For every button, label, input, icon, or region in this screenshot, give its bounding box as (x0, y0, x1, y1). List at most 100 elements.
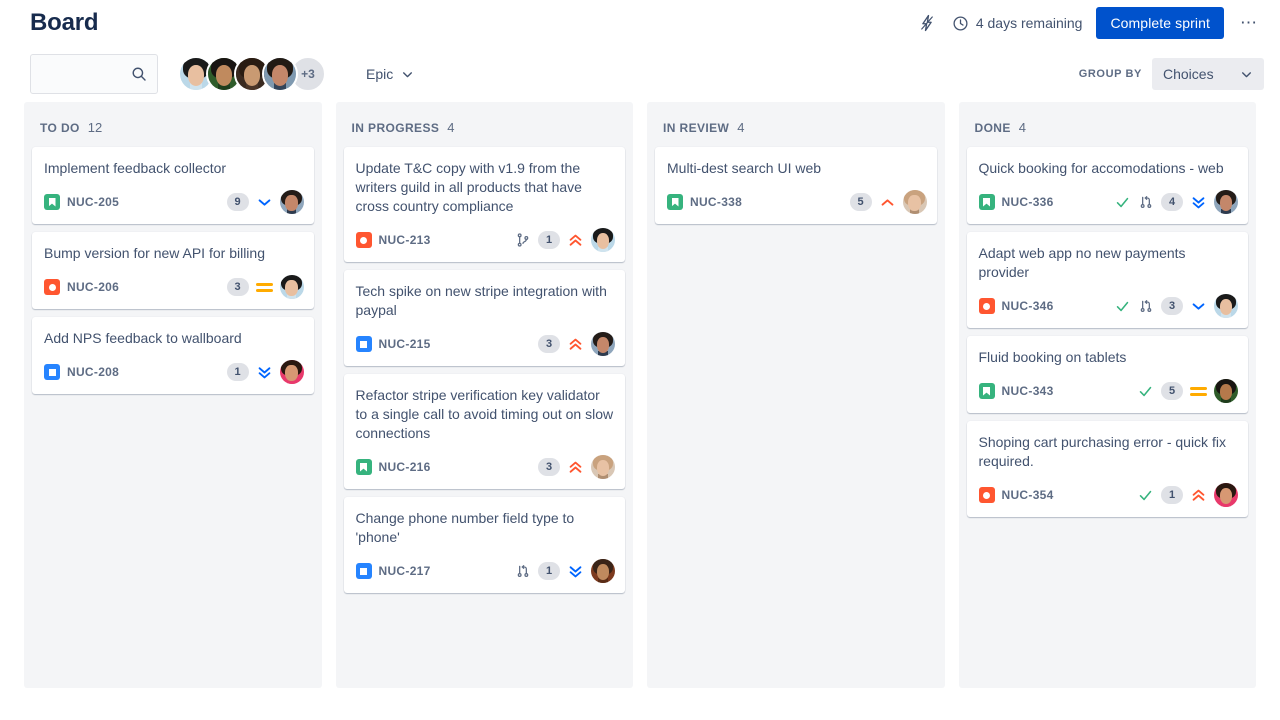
column-count: 4 (447, 120, 455, 135)
card-key-text: NUC-346 (1001, 299, 1054, 313)
avatar-face (279, 190, 304, 214)
card-key-text: NUC-343 (1001, 384, 1054, 398)
avatar-group[interactable]: +3 (178, 56, 326, 92)
card-assignee-avatar[interactable] (1214, 294, 1238, 318)
column-count: 4 (1018, 120, 1027, 135)
card-assignee-avatar[interactable] (1214, 379, 1238, 403)
done-check-icon (1137, 383, 1154, 400)
priority-medium-icon (255, 282, 273, 292)
board-card[interactable]: Adapt web app no new payments provider NU… (966, 232, 1248, 328)
more-actions-icon[interactable]: ⋯ (1234, 8, 1264, 38)
column-name: TO DO (40, 121, 80, 135)
card-key[interactable]: NUC-205 (44, 194, 119, 210)
avatar-face (1214, 379, 1238, 403)
card-title: Quick booking for accomodations - web (978, 160, 1224, 176)
lightning-icon[interactable] (912, 8, 942, 38)
column-count: 4 (737, 120, 745, 135)
card-assignee-avatar[interactable] (591, 228, 615, 252)
card-key[interactable]: NUC-206 (44, 279, 119, 295)
kanban-board: TO DO 12 Implement feedback collector NUC-2… (0, 102, 1280, 688)
board-card[interactable]: Change phone number field type to 'phone… (343, 497, 625, 593)
avatar-face (902, 190, 927, 214)
column-count: 12 (87, 120, 103, 135)
task-icon (355, 563, 372, 579)
card-assignee-avatar[interactable] (279, 275, 304, 299)
board-card[interactable]: Refactor stripe verification key validat… (343, 374, 625, 489)
pull-request-icon[interactable] (1138, 194, 1154, 210)
card-assignee-avatar[interactable] (1214, 190, 1238, 214)
priority-lowest-icon (1190, 194, 1207, 211)
story-points-badge: 9 (226, 193, 249, 211)
card-assignee-avatar[interactable] (279, 360, 304, 384)
board-card[interactable]: Add NPS feedback to wallboard NUC-208 1 (32, 317, 314, 394)
search-box[interactable] (30, 54, 158, 94)
chevron-down-icon (1240, 68, 1253, 81)
card-key[interactable]: NUC-346 (978, 298, 1054, 314)
card-key[interactable]: NUC-215 (355, 336, 431, 352)
search-input[interactable] (41, 66, 131, 82)
board-card[interactable]: Quick booking for accomodations - web NUC… (966, 147, 1248, 224)
avatar-face (591, 228, 615, 252)
priority-highest-icon (567, 459, 584, 476)
card-assignee-avatar[interactable] (591, 332, 615, 356)
card-key[interactable]: NUC-216 (355, 459, 431, 475)
story-icon (978, 194, 995, 210)
card-key[interactable]: NUC-208 (44, 364, 119, 380)
card-meta: 1 (515, 228, 615, 252)
board-column-done: DONE 4 Quick booking for accomodations - w… (958, 102, 1256, 688)
board-card[interactable]: Update T&C copy with v1.9 from the write… (343, 147, 625, 262)
board-card[interactable]: Implement feedback collector NUC-205 9 (32, 147, 314, 224)
card-key[interactable]: NUC-336 (978, 194, 1054, 210)
pull-request-icon[interactable] (515, 563, 531, 579)
card-assignee-avatar[interactable] (591, 559, 615, 583)
priority-highest-icon (1190, 487, 1207, 504)
column-header: IN REVIEW 4 (655, 102, 937, 147)
pull-request-icon[interactable] (1138, 298, 1154, 314)
card-key[interactable]: NUC-354 (978, 487, 1054, 503)
avatar[interactable] (262, 56, 298, 92)
card-assignee-avatar[interactable] (902, 190, 927, 214)
group-by-dropdown[interactable]: Choices (1152, 58, 1264, 90)
search-icon (130, 65, 148, 88)
group-by-label: GROUP BY (1078, 68, 1142, 80)
card-assignee-avatar[interactable] (279, 190, 304, 214)
epic-filter-dropdown[interactable]: Epic (356, 59, 424, 89)
card-key[interactable]: NUC-338 (667, 194, 742, 210)
board-card[interactable]: Bump version for new API for billing NUC-… (32, 232, 314, 309)
priority-high-icon (879, 194, 896, 211)
epic-filter-label: Epic (366, 66, 394, 82)
board-card[interactable]: Tech spike on new stripe integration wit… (343, 270, 625, 366)
card-key[interactable]: NUC-343 (978, 383, 1054, 399)
card-key-text: NUC-213 (378, 233, 431, 247)
card-key[interactable]: NUC-213 (355, 232, 431, 248)
card-key[interactable]: NUC-217 (355, 563, 431, 579)
avatar-face (591, 559, 615, 583)
days-remaining: 4 days remaining (952, 15, 1087, 32)
avatar-face (279, 360, 304, 384)
done-check-icon (1114, 194, 1131, 211)
priority-medium-icon (1190, 386, 1207, 396)
card-footer: NUC-346 3 (978, 294, 1238, 318)
card-assignee-avatar[interactable] (591, 455, 615, 479)
branch-icon[interactable] (515, 232, 531, 248)
card-meta: 3 (538, 455, 615, 479)
card-title: Bump version for new API for billing (44, 245, 265, 261)
complete-sprint-button[interactable]: Complete sprint (1096, 7, 1224, 39)
card-list: Implement feedback collector NUC-205 9 Bump… (32, 147, 314, 394)
card-assignee-avatar[interactable] (1214, 483, 1238, 507)
card-meta: 5 (849, 190, 927, 214)
board-card[interactable]: Multi-dest search UI web NUC-338 5 (655, 147, 937, 224)
card-meta: 9 (226, 190, 304, 214)
card-key-text: NUC-338 (690, 195, 743, 209)
top-bar-actions: 4 days remaining Complete sprint ⋯ (912, 7, 1264, 39)
board-card[interactable]: Fluid booking on tablets NUC-343 5 (966, 336, 1248, 413)
story-icon (667, 194, 683, 210)
task-icon (44, 364, 60, 380)
days-remaining-text: 4 days remaining (975, 15, 1083, 31)
board-card[interactable]: Shoping cart purchasing error - quick fi… (966, 421, 1248, 517)
card-footer: NUC-338 5 (667, 190, 927, 214)
card-title: Adapt web app no new payments provider (978, 245, 1186, 280)
card-meta: 4 (1114, 190, 1238, 214)
card-title: Tech spike on new stripe integration wit… (355, 283, 607, 318)
priority-highest-icon (567, 336, 584, 353)
